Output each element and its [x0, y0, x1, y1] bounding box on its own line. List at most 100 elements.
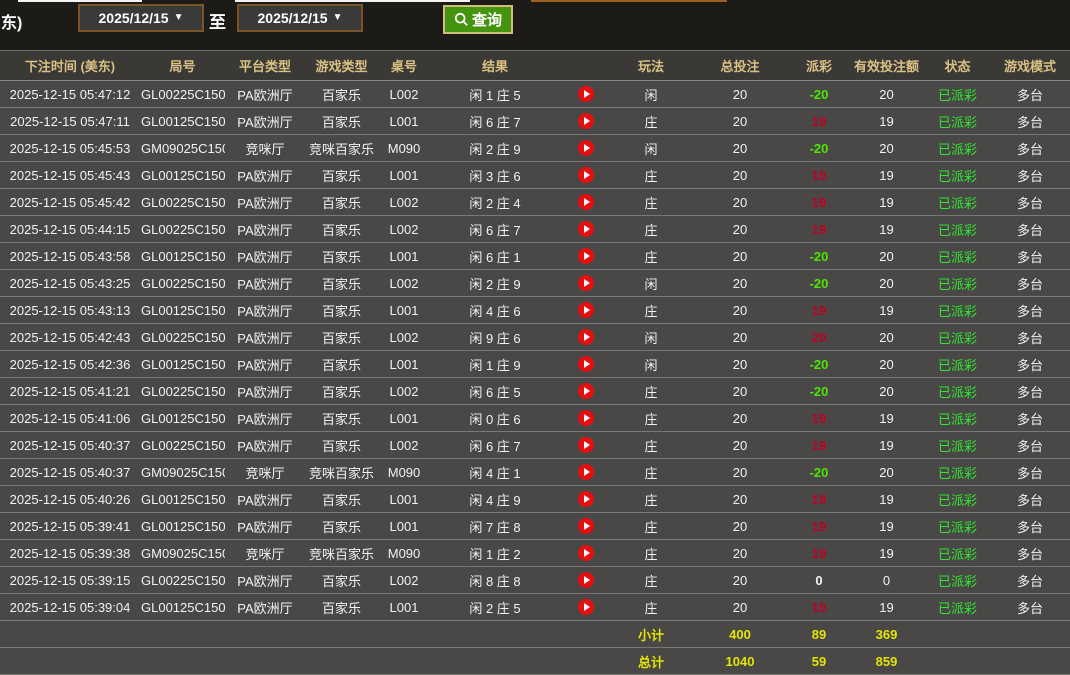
- play-type: 庄: [612, 405, 690, 432]
- play-icon[interactable]: [578, 167, 594, 183]
- play-icon[interactable]: [578, 302, 594, 318]
- empty: [225, 621, 305, 648]
- play-type: 庄: [612, 513, 690, 540]
- play-button-cell[interactable]: [560, 81, 612, 108]
- table-row: 2025-12-15 05:45:42GL00225C150CIPA欧洲厅百家乐…: [0, 189, 1070, 216]
- play-button-cell[interactable]: [560, 432, 612, 459]
- play-icon[interactable]: [578, 113, 594, 129]
- bet-time: 2025-12-15 05:47:12: [0, 81, 140, 108]
- table-row: 2025-12-15 05:42:43GL00225C150CEPA欧洲厅百家乐…: [0, 324, 1070, 351]
- play-type: 闲: [612, 270, 690, 297]
- play-icon[interactable]: [578, 437, 594, 453]
- game-type: 百家乐: [305, 81, 378, 108]
- play-triangle: [584, 441, 590, 449]
- table-no: L002: [378, 216, 430, 243]
- empty: [0, 648, 140, 675]
- payout: 19: [790, 216, 848, 243]
- bet-time: 2025-12-15 05:39:04: [0, 594, 140, 621]
- play-icon[interactable]: [578, 518, 594, 534]
- bet-time: 2025-12-15 05:45:53: [0, 135, 140, 162]
- play-icon[interactable]: [578, 572, 594, 588]
- date-from-select[interactable]: 2025/12/15 ▼: [78, 4, 204, 32]
- game-type: 竞咪百家乐: [305, 135, 378, 162]
- play-icon[interactable]: [578, 194, 594, 210]
- payout: 19: [790, 540, 848, 567]
- play-button-cell[interactable]: [560, 486, 612, 513]
- play-triangle: [584, 225, 590, 233]
- play-button-cell[interactable]: [560, 540, 612, 567]
- play-button-cell[interactable]: [560, 567, 612, 594]
- play-type: 庄: [612, 459, 690, 486]
- play-icon[interactable]: [578, 140, 594, 156]
- play-button-cell[interactable]: [560, 135, 612, 162]
- game-no: GM09025C1509S: [140, 135, 225, 162]
- play-type: 庄: [612, 486, 690, 513]
- game-mode: 多台: [990, 270, 1070, 297]
- total-bet: 20: [690, 594, 790, 621]
- play-button-cell[interactable]: [560, 189, 612, 216]
- play-triangle: [584, 522, 590, 530]
- play-button-cell[interactable]: [560, 162, 612, 189]
- play-button-cell[interactable]: [560, 243, 612, 270]
- game-type: 百家乐: [305, 513, 378, 540]
- game-no: GL00225C150CC: [140, 378, 225, 405]
- status-badge: 已派彩: [925, 162, 990, 189]
- column-header: 游戏类型: [305, 51, 378, 81]
- play-button-cell[interactable]: [560, 297, 612, 324]
- play-button-cell[interactable]: [560, 270, 612, 297]
- payout: -20: [790, 459, 848, 486]
- table-row: 2025-12-15 05:39:41GL00125C150CGPA欧洲厅百家乐…: [0, 513, 1070, 540]
- play-type: 庄: [612, 108, 690, 135]
- play-button-cell[interactable]: [560, 108, 612, 135]
- column-header: 有效投注额: [848, 51, 925, 81]
- play-icon[interactable]: [578, 356, 594, 372]
- play-button-cell[interactable]: [560, 513, 612, 540]
- play-icon[interactable]: [578, 599, 594, 615]
- result: 闲 2 庄 9: [430, 270, 560, 297]
- play-icon[interactable]: [578, 491, 594, 507]
- empty: [990, 621, 1070, 648]
- bet-time: 2025-12-15 05:42:36: [0, 351, 140, 378]
- column-header: 平台类型: [225, 51, 305, 81]
- play-icon[interactable]: [578, 383, 594, 399]
- play-button-cell[interactable]: [560, 351, 612, 378]
- empty: [378, 648, 430, 675]
- total-bet: 20: [690, 432, 790, 459]
- play-icon[interactable]: [578, 329, 594, 345]
- payout: -20: [790, 81, 848, 108]
- payout: -20: [790, 270, 848, 297]
- play-icon[interactable]: [578, 86, 594, 102]
- date-to-select[interactable]: 2025/12/15 ▼: [237, 4, 363, 32]
- game-mode: 多台: [990, 135, 1070, 162]
- play-button-cell[interactable]: [560, 594, 612, 621]
- game-mode: 多台: [990, 351, 1070, 378]
- platform-type: PA欧洲厅: [225, 513, 305, 540]
- status-badge: 已派彩: [925, 540, 990, 567]
- play-button-cell[interactable]: [560, 324, 612, 351]
- play-type: 庄: [612, 432, 690, 459]
- play-icon[interactable]: [578, 221, 594, 237]
- game-type: 百家乐: [305, 270, 378, 297]
- play-button-cell[interactable]: [560, 216, 612, 243]
- platform-type: PA欧洲厅: [225, 351, 305, 378]
- bet-time: 2025-12-15 05:45:42: [0, 189, 140, 216]
- play-triangle: [584, 576, 590, 584]
- table-row: 2025-12-15 05:42:36GL00125C150CKPA欧洲厅百家乐…: [0, 351, 1070, 378]
- play-button-cell[interactable]: [560, 378, 612, 405]
- play-icon[interactable]: [578, 410, 594, 426]
- play-icon[interactable]: [578, 464, 594, 480]
- play-button-cell[interactable]: [560, 459, 612, 486]
- query-button[interactable]: 查询: [443, 5, 513, 34]
- payout: 19: [790, 432, 848, 459]
- play-triangle: [584, 468, 590, 476]
- status-badge: 已派彩: [925, 486, 990, 513]
- table-no: L002: [378, 378, 430, 405]
- play-icon[interactable]: [578, 275, 594, 291]
- result: 闲 4 庄 6: [430, 297, 560, 324]
- subtotal-row-valid-bet: 369: [848, 621, 925, 648]
- play-icon[interactable]: [578, 545, 594, 561]
- game-mode: 多台: [990, 378, 1070, 405]
- play-button-cell[interactable]: [560, 405, 612, 432]
- bet-time: 2025-12-15 05:39:41: [0, 513, 140, 540]
- play-icon[interactable]: [578, 248, 594, 264]
